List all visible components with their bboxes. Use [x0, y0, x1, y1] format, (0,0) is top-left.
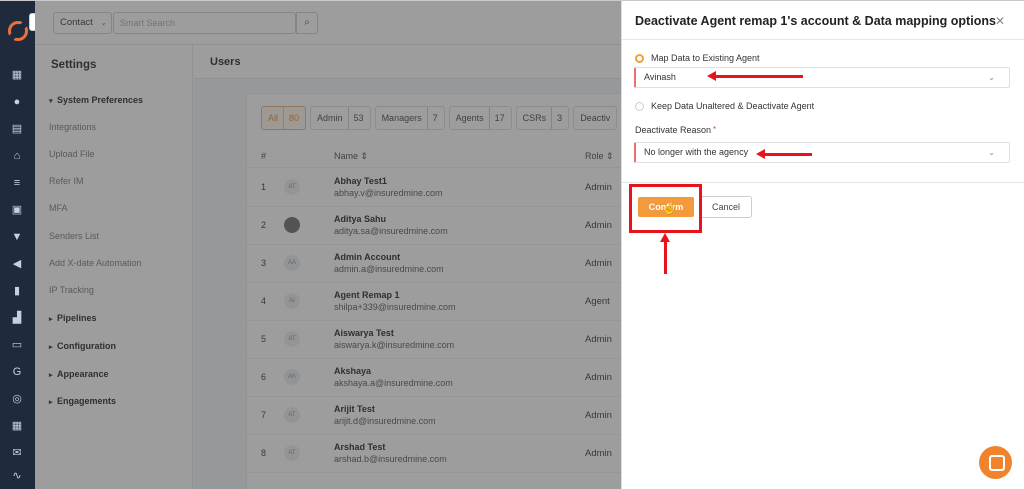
- agent-select-value: Avinash: [644, 72, 676, 82]
- map-data-radio[interactable]: [635, 54, 644, 63]
- field-label-text: Deactivate Reason: [635, 125, 712, 135]
- chevron-down-icon: ⌄: [988, 73, 995, 82]
- reason-select[interactable]: No longer with the agency ⌄: [634, 142, 1010, 163]
- report-icon[interactable]: ▮: [10, 284, 24, 298]
- calendar-icon[interactable]: ▦: [10, 419, 24, 433]
- chat-icon[interactable]: [979, 446, 1012, 479]
- mail-icon[interactable]: ✉: [10, 446, 24, 460]
- cancel-button[interactable]: Cancel: [700, 196, 752, 218]
- drawer-title: Deactivate Agent remap 1's account & Dat…: [635, 14, 996, 28]
- footer-divider: [622, 182, 1024, 183]
- modal-backdrop[interactable]: [35, 1, 621, 489]
- chevron-down-icon: ⌄: [988, 148, 995, 157]
- required-marker: *: [713, 125, 717, 134]
- map-data-label: Map Data to Existing Agent: [651, 53, 760, 63]
- keep-data-radio[interactable]: [635, 102, 644, 111]
- dashboard-icon[interactable]: ▦: [10, 68, 24, 82]
- megaphone-icon[interactable]: ◀: [10, 257, 24, 271]
- signature-icon[interactable]: ∿: [10, 469, 24, 483]
- filter-icon[interactable]: ▼: [10, 230, 24, 244]
- app-logo-icon: [3, 16, 33, 46]
- app-window: ▦ ● ▤ ⌂ ≡ ▣ ▼ ◀ ▮ ▟ ▭ G ◎ ▦ ✉ ∿ › Contac…: [0, 0, 1024, 489]
- keep-data-label: Keep Data Unaltered & Deactivate Agent: [651, 101, 815, 111]
- bank-icon[interactable]: ⌂: [10, 149, 24, 163]
- list-icon[interactable]: ≡: [10, 176, 24, 190]
- annotation-arrow-icon: [756, 149, 812, 159]
- analytics-icon[interactable]: ▟: [10, 311, 24, 325]
- hand-cursor-icon: ☝: [662, 201, 677, 215]
- header-divider: [622, 39, 1024, 40]
- documents-icon[interactable]: ▤: [10, 122, 24, 136]
- icon-rail: ▦ ● ▤ ⌂ ≡ ▣ ▼ ◀ ▮ ▟ ▭ G ◎ ▦ ✉ ∿: [0, 1, 35, 489]
- folder-icon[interactable]: ▭: [10, 338, 24, 352]
- profile-card-icon[interactable]: ▣: [10, 203, 24, 217]
- deactivate-agent-drawer: Deactivate Agent remap 1's account & Dat…: [621, 1, 1024, 489]
- google-icon[interactable]: G: [10, 365, 24, 379]
- alarm-icon[interactable]: ◎: [10, 392, 24, 406]
- contacts-icon[interactable]: ●: [10, 95, 24, 109]
- close-icon[interactable]: ✕: [995, 14, 1005, 28]
- annotation-up-arrow-icon: [660, 233, 670, 274]
- agent-select[interactable]: Avinash ⌄: [634, 67, 1010, 88]
- annotation-arrow-icon: [707, 71, 803, 81]
- reason-select-value: No longer with the agency: [644, 147, 749, 157]
- deactivate-reason-label: Deactivate Reason *: [635, 125, 716, 135]
